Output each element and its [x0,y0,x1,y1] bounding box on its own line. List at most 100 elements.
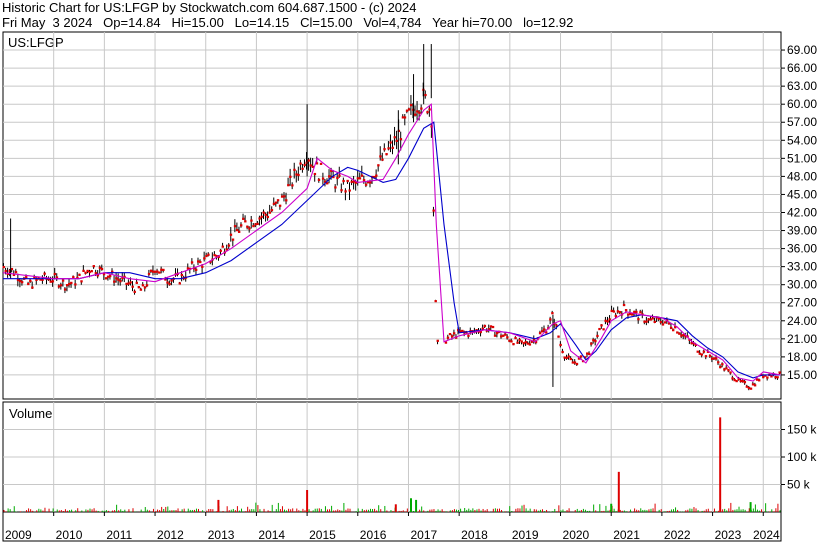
price-close-mark [119,280,122,283]
price-close-mark [313,172,317,176]
price-close-mark [729,371,732,374]
price-close-mark [774,376,777,379]
price-close-mark [334,186,337,189]
price-close-mark [221,245,224,248]
price-close-mark [27,282,30,286]
x-tick-label: 2017 [410,528,437,542]
price-close-mark [80,280,83,283]
price-close-mark [669,326,673,329]
header-stats: Fri May 3 2024 Op=14.84 Hi=15.00 Lo=14.1… [2,15,573,30]
price-close-mark [276,199,280,202]
price-close-mark [743,381,747,384]
price-close-mark [25,276,28,279]
price-close-mark [364,183,368,186]
price-close-mark [213,254,216,257]
price-close-mark [282,195,286,198]
price-close-mark [643,320,646,323]
price-close-mark [78,273,81,276]
price-close-mark [727,369,730,372]
price-close-mark [84,271,87,274]
price-close-mark [90,270,93,273]
price-close-mark [647,318,650,321]
chart-background [0,0,830,543]
price-close-mark [448,333,452,336]
price-close-mark [240,224,243,227]
x-tick-label: 2010 [56,528,83,542]
price-close-mark [446,336,450,339]
price-close-mark [31,286,34,289]
price-close-mark [676,331,679,334]
price-close-mark [710,357,714,360]
price-close-mark [739,379,742,383]
price-close-mark [766,376,769,379]
price-close-mark [59,284,63,287]
price-close-mark [98,266,102,269]
price-close-mark [680,334,683,337]
price-close-mark [712,357,716,360]
price-close-mark [745,385,749,388]
price-close-mark [113,280,116,283]
price-close-mark [563,356,566,359]
price-close-mark [344,190,347,193]
price-close-mark [63,288,67,291]
x-tick-label: 2013 [208,528,235,542]
price-close-mark [538,332,542,335]
price-close-mark [702,350,706,353]
price-close-mark [725,367,728,370]
price-close-mark [65,284,69,287]
price-close-mark [721,363,724,366]
price-close-mark [264,213,267,216]
price-close-mark [594,340,597,343]
price-close-mark [723,368,726,371]
price-close-mark [540,330,544,333]
price-close-mark [393,136,396,139]
price-close-mark [483,324,487,328]
price-close-mark [557,335,560,338]
price-close-mark [649,318,652,321]
price-close-mark [143,286,147,289]
price-close-mark [139,288,143,291]
price-close-mark [115,277,118,280]
y-tick-label: 36.00 [787,242,817,256]
price-close-mark [104,277,108,280]
price-close-mark [375,174,378,177]
price-close-mark [2,265,5,269]
price-close-mark [387,147,390,150]
price-close-mark [629,313,632,316]
price-close-mark [4,269,7,273]
price-close-mark [612,310,616,313]
price-close-mark [639,311,642,314]
price-close-mark [149,269,153,272]
price-close-mark [424,93,427,97]
price-close-mark [420,107,423,110]
price-close-mark [432,209,435,212]
price-close-mark [735,380,738,383]
price-close-mark [291,184,294,187]
price-close-mark [106,275,110,278]
price-close-mark [590,342,593,345]
price-close-mark [616,310,620,313]
x-tick-label: 2022 [664,528,691,542]
price-close-mark [346,179,349,183]
price-close-mark [100,267,104,271]
price-close-mark [651,317,654,320]
price-close-mark [301,167,304,170]
price-close-mark [197,260,200,263]
price-close-mark [751,383,755,386]
price-close-mark [409,104,413,107]
price-close-mark [704,355,708,358]
price-close-mark [338,174,341,177]
price-close-mark [108,275,112,278]
x-tick-label: 2009 [5,528,32,542]
price-close-mark [309,164,313,167]
x-tick-label: 2019 [512,528,539,542]
price-close-mark [51,280,55,283]
price-close-mark [385,153,388,156]
price-close-mark [770,375,773,378]
price-close-mark [614,314,618,318]
price-close-mark [399,138,403,141]
price-close-mark [92,265,95,268]
price-close-mark [156,270,159,273]
y-tick-label: 51.00 [787,151,817,165]
price-close-mark [489,325,493,328]
